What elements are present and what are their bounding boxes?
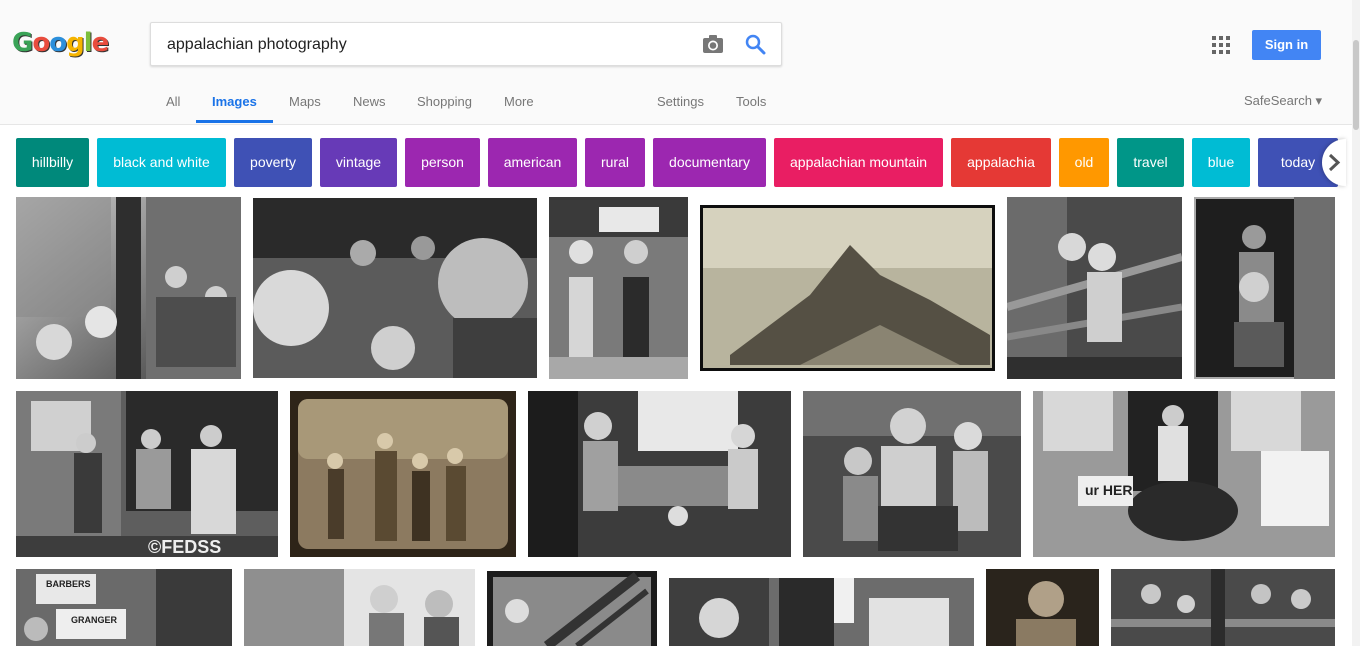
image-sign-text: ur HER: [1085, 482, 1133, 498]
tab-tools[interactable]: Tools: [736, 94, 766, 109]
safesearch-menu[interactable]: SafeSearch ▾: [1244, 93, 1322, 109]
chip-person[interactable]: person: [405, 138, 480, 187]
image-result-thumbnail[interactable]: ©FEDSS: [16, 391, 278, 557]
search-input[interactable]: [165, 33, 689, 57]
active-tab-indicator: [196, 120, 273, 123]
tab-shopping[interactable]: Shopping: [417, 94, 472, 109]
chip-old[interactable]: old: [1059, 138, 1109, 187]
chip-scroll-next-button[interactable]: [1322, 139, 1346, 186]
chip-hillbilly[interactable]: hillbilly: [16, 138, 89, 187]
image-sign-text: GRANGER: [71, 615, 118, 625]
image-result-thumbnail[interactable]: [290, 391, 516, 557]
google-doodle-logo[interactable]: Google: [12, 28, 110, 58]
tab-settings[interactable]: Settings: [657, 94, 704, 109]
chip-documentary[interactable]: documentary: [653, 138, 766, 187]
image-result-thumbnail[interactable]: [700, 205, 995, 371]
chip-vintage[interactable]: vintage: [320, 138, 397, 187]
page-scrollbar[interactable]: [1352, 0, 1360, 646]
tab-news[interactable]: News: [353, 94, 386, 109]
logo-letter-o: o: [32, 28, 50, 58]
chevron-right-icon: [1328, 153, 1341, 172]
image-result-thumbnail[interactable]: BARBERS GRANGER: [16, 569, 232, 646]
logo-letter-g: g: [66, 28, 85, 58]
tab-maps[interactable]: Maps: [289, 94, 321, 109]
logo-letter-g: G: [12, 28, 33, 58]
chip-american[interactable]: american: [488, 138, 577, 187]
image-result-thumbnail[interactable]: [244, 569, 475, 646]
logo-letter-l: l: [83, 28, 93, 58]
camera-icon[interactable]: [702, 34, 724, 54]
image-result-thumbnail[interactable]: [1007, 197, 1182, 379]
chip-travel[interactable]: travel: [1117, 138, 1184, 187]
chip-appalachian-mountain[interactable]: appalachian mountain: [774, 138, 943, 187]
image-result-thumbnail[interactable]: [528, 391, 791, 557]
tab-images[interactable]: Images: [212, 94, 257, 109]
chip-black-and-white[interactable]: black and white: [97, 138, 226, 187]
image-result-thumbnail[interactable]: [16, 197, 241, 379]
header-bar: Google Sign in All Images Maps New: [0, 0, 1360, 125]
chip-rural[interactable]: rural: [585, 138, 645, 187]
image-result-thumbnail[interactable]: [1111, 569, 1335, 646]
image-result-thumbnail[interactable]: [253, 198, 537, 378]
image-result-thumbnail[interactable]: [669, 578, 974, 646]
image-sign-text: BARBERS: [46, 579, 91, 589]
image-result-thumbnail[interactable]: [1194, 197, 1335, 379]
apps-grid-icon[interactable]: [1212, 36, 1230, 54]
tab-all[interactable]: All: [166, 94, 180, 109]
chip-appalachia[interactable]: appalachia: [951, 138, 1051, 187]
image-result-thumbnail[interactable]: [549, 197, 688, 379]
chip-poverty[interactable]: poverty: [234, 138, 312, 187]
scrollbar-thumb[interactable]: [1353, 40, 1359, 130]
image-result-thumbnail[interactable]: [487, 571, 657, 646]
logo-letter-e: e: [91, 28, 110, 58]
image-watermark: ©FEDSS: [148, 537, 222, 557]
related-search-chips: hillbilly black and white poverty vintag…: [0, 138, 1345, 187]
tab-more[interactable]: More: [504, 94, 534, 109]
sign-in-button[interactable]: Sign in: [1252, 30, 1321, 60]
image-result-thumbnail[interactable]: [986, 569, 1099, 646]
logo-letter-o: o: [49, 28, 67, 58]
image-result-thumbnail[interactable]: ur HER: [1033, 391, 1335, 557]
chip-blue[interactable]: blue: [1192, 138, 1250, 187]
image-result-thumbnail[interactable]: [803, 391, 1021, 557]
search-box: [150, 22, 782, 66]
search-icon[interactable]: [744, 33, 766, 55]
